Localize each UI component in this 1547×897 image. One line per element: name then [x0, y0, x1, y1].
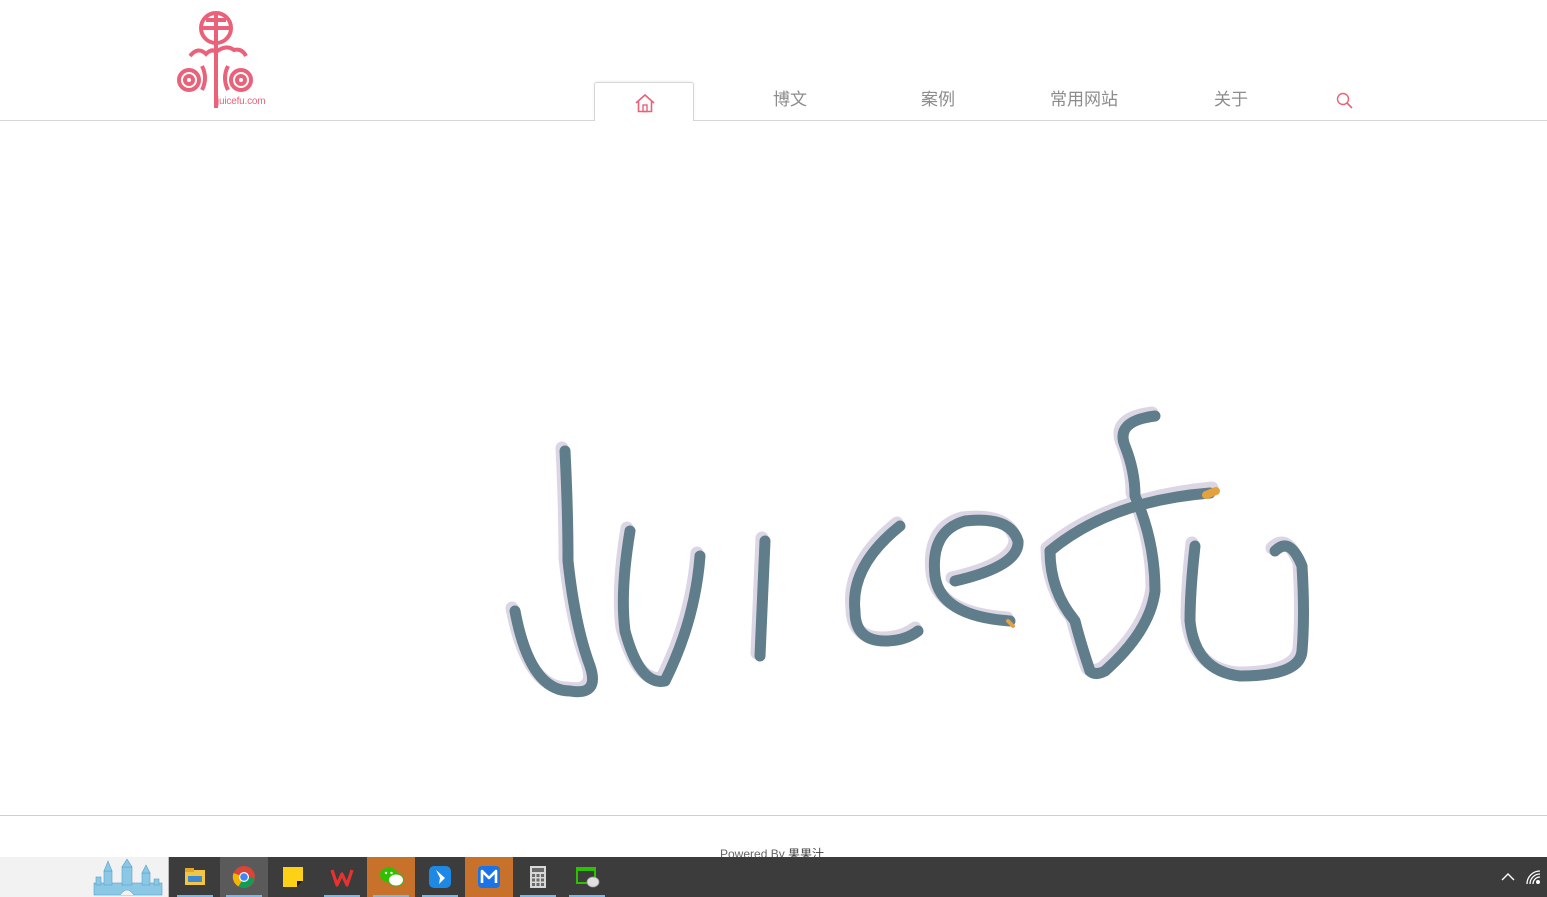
- os-taskbar: [0, 857, 1547, 897]
- logo-caption: juicefu.com: [217, 96, 266, 107]
- wps-office-icon: [330, 869, 354, 887]
- nav-common-sites[interactable]: 常用网站: [1028, 82, 1140, 120]
- nav-cases[interactable]: 案例: [888, 82, 988, 120]
- file-explorer-icon: [185, 868, 205, 885]
- network-icon[interactable]: [1525, 869, 1543, 885]
- nav-about[interactable]: 关于: [1181, 82, 1281, 120]
- taskbar-feishu[interactable]: [416, 857, 464, 897]
- taskbar-sticky-notes[interactable]: [269, 857, 317, 897]
- chrome-icon: [232, 866, 255, 888]
- taskbar-wallpaper-tile[interactable]: [0, 857, 169, 897]
- taskbar-wechat[interactable]: [367, 857, 415, 897]
- site-footer: Powered By 果果汁: [0, 815, 1547, 861]
- taskbar-wps[interactable]: [318, 857, 366, 897]
- home-icon: [635, 93, 655, 113]
- taskbar-mail[interactable]: [465, 857, 513, 897]
- search-icon: [1336, 92, 1353, 109]
- taskbar-wechat-devtools[interactable]: [563, 857, 611, 897]
- main-content: [0, 121, 1547, 815]
- wechat-icon: [380, 867, 404, 887]
- castle-image-icon: [93, 859, 163, 896]
- feishu-icon: [429, 866, 451, 888]
- nav-home[interactable]: [594, 82, 694, 122]
- site-header: juicefu.com 博文 案例 常用网站 关于: [0, 0, 1547, 122]
- taskbar-calculator[interactable]: [514, 857, 562, 897]
- chevron-up-icon[interactable]: [1500, 869, 1516, 885]
- sticky-notes-icon: [283, 867, 303, 887]
- taskbar-file-explorer[interactable]: [171, 857, 219, 897]
- nav-search[interactable]: [1332, 82, 1356, 120]
- handwritten-signature: [505, 406, 1309, 698]
- mail-icon: [478, 866, 500, 888]
- taskbar-chrome[interactable]: [220, 857, 268, 897]
- site-logo[interactable]: juicefu.com: [172, 8, 276, 112]
- wechat-devtools-icon: [576, 867, 600, 888]
- nav-blog[interactable]: 博文: [740, 82, 840, 120]
- calculator-icon: [530, 866, 546, 888]
